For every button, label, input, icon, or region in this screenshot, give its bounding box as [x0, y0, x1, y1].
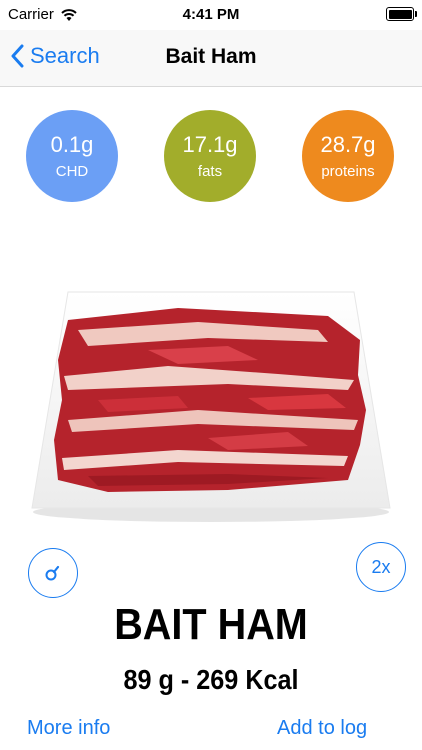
carbs-label: CHD	[55, 163, 89, 180]
macro-summary: 0.1g CHD 17.1g fats 28.7g proteins	[0, 110, 422, 206]
food-portion-calories: 89 g - 269 Kcal	[123, 664, 299, 695]
food-name: BAIT HAM	[114, 600, 308, 649]
proteins-value: 28.7g	[320, 132, 376, 157]
food-photo	[31, 291, 391, 522]
add-to-log-link[interactable]: Add to log	[277, 717, 367, 740]
fats-badge: 17.1g fats	[164, 110, 256, 202]
fats-label: fats	[197, 163, 223, 180]
proteins-label: proteins	[321, 163, 375, 180]
portion-multiplier-button[interactable]: 2x	[356, 542, 406, 592]
more-info-link[interactable]: More info	[27, 717, 110, 740]
page-title: Bait Ham	[165, 45, 257, 68]
status-bar: Carrier 4:41 PM	[0, 0, 422, 30]
carbs-badge: 0.1g CHD	[26, 110, 118, 202]
status-time: 4:41 PM	[182, 6, 240, 23]
proteins-badge: 28.7g proteins	[302, 110, 394, 202]
navigation-bar: Search Bait Ham	[0, 30, 422, 87]
battery-icon	[386, 7, 417, 21]
fats-value: 17.1g	[182, 132, 238, 157]
carbs-value: 0.1g	[50, 132, 94, 157]
gauge-icon	[45, 565, 60, 581]
timer-button[interactable]	[28, 548, 78, 598]
multiplier-label: 2x	[371, 556, 391, 577]
